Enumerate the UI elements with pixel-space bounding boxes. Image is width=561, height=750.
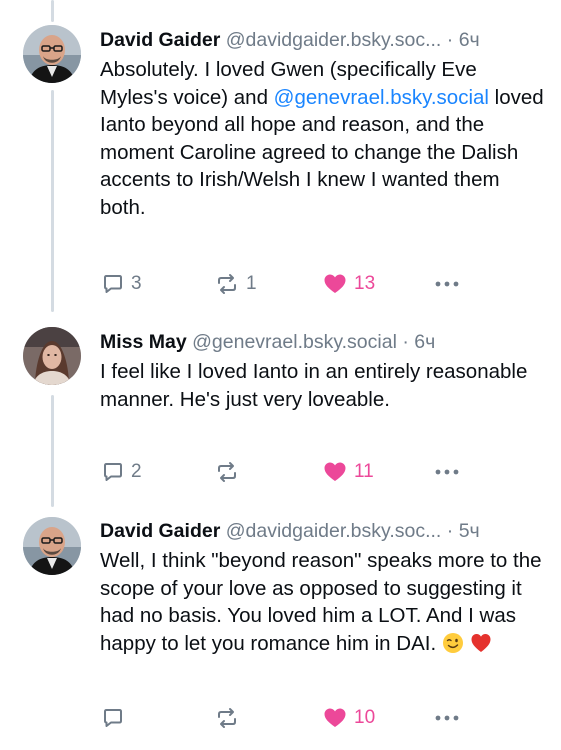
like-button[interactable]: 10 — [323, 704, 375, 732]
more-options-button[interactable] — [434, 704, 460, 732]
repost-button[interactable] — [215, 458, 246, 486]
post-actions: 2 11 — [100, 458, 540, 486]
like-count: 13 — [354, 273, 376, 294]
post-time[interactable]: 6ч — [459, 29, 480, 51]
like-count: 11 — [354, 461, 374, 482]
author-handle[interactable]: @davidgaider.bsky.soc... — [226, 29, 442, 51]
avatar[interactable] — [23, 327, 81, 385]
repost-count: 1 — [246, 273, 257, 294]
post[interactable]: Miss May @genevrael.bsky.social · 6ч I f… — [0, 310, 561, 510]
separator-dot: · — [446, 520, 454, 542]
repost-button[interactable]: 1 — [215, 270, 257, 298]
more-options-button[interactable] — [434, 458, 460, 486]
reply-icon — [104, 463, 122, 481]
reply-icon — [104, 709, 122, 727]
ellipsis-icon — [435, 715, 459, 721]
mention-link[interactable]: @genevrael.bsky.social — [274, 86, 489, 109]
ellipsis-icon — [435, 281, 459, 287]
heart-filled-icon — [324, 708, 346, 727]
reply-icon — [104, 275, 122, 293]
author-handle[interactable]: @genevrael.bsky.social — [192, 331, 397, 353]
heart-filled-icon — [324, 274, 346, 293]
author-name[interactable]: David Gaider — [100, 520, 220, 542]
separator-dot: · — [402, 331, 409, 353]
more-options-button[interactable] — [434, 270, 460, 298]
reply-button[interactable] — [102, 704, 131, 732]
reply-count: 2 — [131, 461, 142, 482]
repost-button[interactable] — [215, 704, 246, 732]
post-time[interactable]: 5ч — [459, 520, 480, 542]
avatar[interactable] — [23, 517, 81, 575]
author-name[interactable]: Miss May — [100, 331, 187, 353]
post[interactable]: David Gaider @davidgaider.bsky.soc... · … — [0, 510, 561, 750]
avatar[interactable] — [23, 25, 81, 83]
like-button[interactable]: 11 — [323, 458, 374, 486]
post-actions: 10 — [100, 704, 540, 732]
post-time[interactable]: 6ч — [414, 331, 435, 353]
post-text: I feel like I loved Ianto in an entirely… — [100, 360, 528, 411]
post-header: David Gaider @davidgaider.bsky.soc... · … — [100, 519, 549, 543]
post[interactable]: David Gaider @davidgaider.bsky.soc... · … — [0, 0, 561, 310]
like-count: 10 — [354, 707, 376, 728]
post-header: Miss May @genevrael.bsky.social · 6ч — [100, 330, 549, 354]
red-heart-emoji — [471, 633, 491, 652]
repost-icon — [218, 462, 236, 482]
reply-count: 3 — [131, 273, 142, 294]
repost-icon — [218, 274, 236, 294]
winking-face-emoji — [442, 632, 463, 653]
like-button[interactable]: 13 — [323, 270, 375, 298]
post-header: David Gaider @davidgaider.bsky.soc... · … — [100, 28, 549, 52]
author-name[interactable]: David Gaider — [100, 29, 220, 51]
author-handle[interactable]: @davidgaider.bsky.soc... — [226, 520, 442, 542]
heart-filled-icon — [324, 462, 346, 481]
separator-dot: · — [446, 29, 454, 51]
repost-icon — [218, 708, 236, 728]
post-actions: 3 1 13 — [100, 270, 540, 298]
post-text: Well, I think "beyond reason" speaks mor… — [100, 547, 549, 657]
reply-button[interactable]: 3 — [102, 270, 142, 298]
post-text: Absolutely. I loved Gwen (specifically E… — [100, 56, 549, 221]
reply-button[interactable]: 2 — [102, 458, 142, 486]
ellipsis-icon — [435, 469, 459, 475]
